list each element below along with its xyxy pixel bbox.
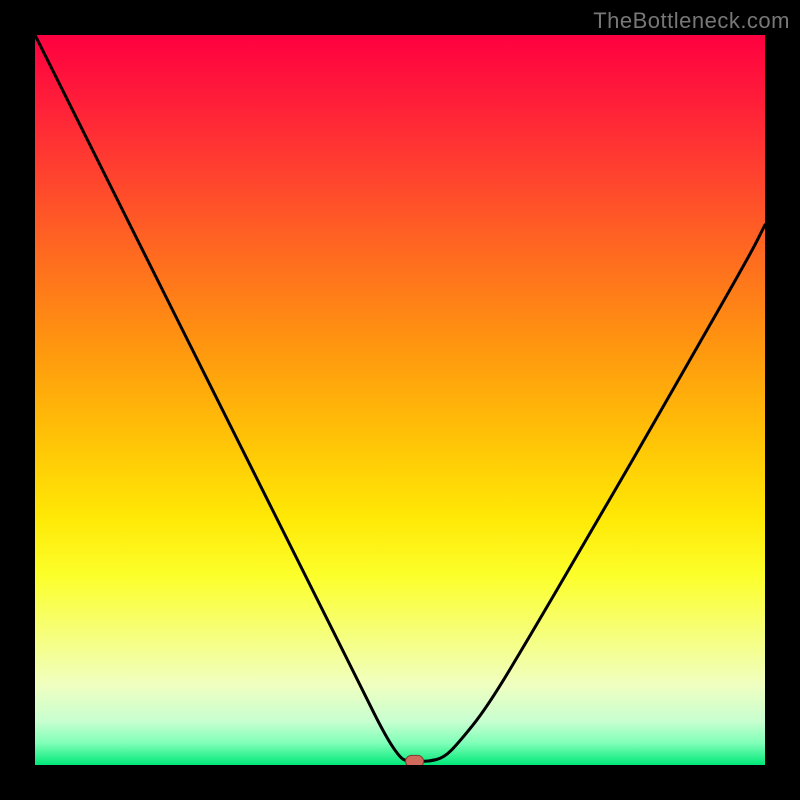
- plot-area: [35, 35, 765, 765]
- chart-svg: [35, 35, 765, 765]
- gradient-background: [35, 35, 765, 765]
- chart-frame: TheBottleneck.com: [0, 0, 800, 800]
- watermark-text: TheBottleneck.com: [593, 8, 790, 34]
- minimum-marker: [406, 755, 424, 765]
